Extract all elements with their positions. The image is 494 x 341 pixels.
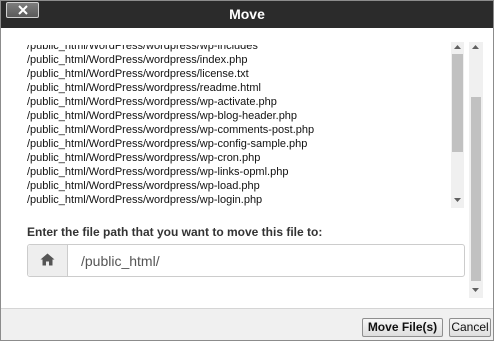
file-list[interactable]: /public_html/WordPress/wordpress/wp-incl… [27,38,447,208]
file-list-item[interactable]: /public_html/WordPress/wordpress/wp-mail… [27,207,314,208]
file-list-item[interactable]: /public_html/WordPress/wordpress/wp-comm… [27,123,314,137]
file-list-scroll-thumb[interactable] [452,54,463,152]
move-files-button[interactable]: Move File(s) [362,318,443,337]
file-list-item[interactable]: /public_html/WordPress/wordpress/wp-cron… [27,151,314,165]
dialog-content: /public_html/WordPress/wordpress/wp-incl… [1,28,493,308]
file-list-item[interactable]: /public_html/WordPress/wordpress/wp-load… [27,179,314,193]
dialog-titlebar[interactable]: Move [1,1,493,28]
file-list-item[interactable]: /public_html/WordPress/wordpress/wp-link… [27,165,314,179]
scroll-down-arrow-icon[interactable] [472,288,479,292]
dialog-scrollbar[interactable] [469,42,483,298]
dialog-title: Move [229,6,265,22]
file-list-item[interactable]: /public_html/WordPress/wordpress/license… [27,67,314,81]
file-list-scrollbar[interactable] [451,42,464,208]
home-icon [40,253,55,266]
path-input-group [27,244,465,277]
move-dialog: Move /public_html/WordPress/wordpress/wp… [0,0,494,341]
file-list-items: /public_html/WordPress/wordpress/wp-incl… [27,39,314,208]
scroll-up-arrow-icon[interactable] [454,45,461,49]
file-list-item[interactable]: /public_html/WordPress/wordpress/readme.… [27,81,314,95]
path-input-addon [28,245,68,276]
file-list-clip [27,38,447,45]
scroll-down-arrow-icon[interactable] [454,198,461,202]
file-list-item[interactable]: /public_html/WordPress/wordpress/wp-blog… [27,109,314,123]
cancel-button[interactable]: Cancel [449,318,491,337]
file-list-item[interactable]: /public_html/WordPress/wordpress/wp-logi… [27,193,314,207]
path-field-label: Enter the file path that you want to mov… [27,225,323,239]
scroll-up-arrow-icon[interactable] [472,45,479,49]
file-list-item[interactable]: /public_html/WordPress/wordpress/index.p… [27,53,314,67]
file-list-item[interactable]: /public_html/WordPress/wordpress/wp-conf… [27,137,314,151]
dialog-scroll-thumb[interactable] [471,97,481,281]
destination-path-input[interactable] [69,245,464,276]
dialog-footer: Move File(s) Cancel [1,308,493,340]
file-list-item[interactable]: /public_html/WordPress/wordpress/wp-acti… [27,95,314,109]
